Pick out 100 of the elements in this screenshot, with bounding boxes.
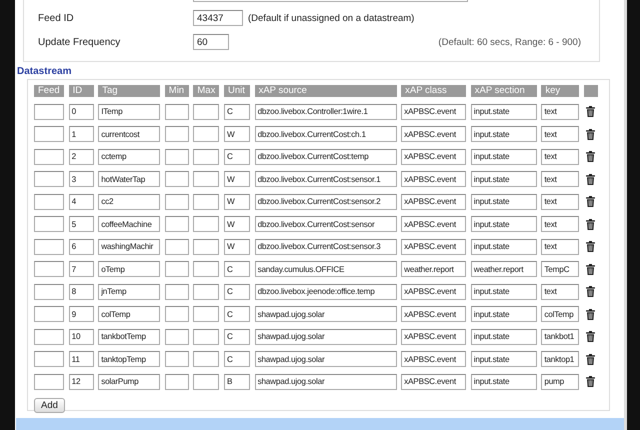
min-field[interactable]	[164, 216, 189, 232]
tag-field[interactable]: tanktopTemp	[98, 351, 160, 367]
source-field[interactable]: dbzoo.livebox.CurrentCost:sensor.3	[254, 238, 397, 254]
key-field[interactable]: text	[541, 194, 580, 210]
id-field[interactable]: 12	[68, 374, 94, 390]
class-field[interactable]: xAPBSC.event	[401, 194, 466, 210]
key-field[interactable]: text	[541, 126, 580, 142]
class-field[interactable]: xAPBSC.event	[401, 148, 466, 164]
unit-field[interactable]: B	[224, 374, 250, 390]
delete-icon[interactable]	[586, 128, 596, 140]
min-field[interactable]	[164, 306, 189, 322]
unit-field[interactable]: C	[224, 306, 250, 322]
section-field[interactable]: input.state	[470, 148, 537, 164]
class-field[interactable]: xAPBSC.event	[401, 374, 466, 390]
id-field[interactable]: 3	[68, 171, 94, 187]
delete-icon[interactable]	[586, 106, 596, 117]
min-field[interactable]	[164, 261, 189, 277]
min-field[interactable]	[164, 284, 189, 300]
max-field[interactable]	[193, 351, 220, 367]
id-field[interactable]: 4	[68, 194, 94, 210]
key-field[interactable]: tanktop1	[541, 351, 580, 367]
section-field[interactable]: input.state	[470, 171, 537, 187]
class-field[interactable]: xAPBSC.event	[401, 351, 466, 367]
min-field[interactable]	[164, 328, 189, 344]
delete-icon[interactable]	[586, 331, 596, 342]
unit-field[interactable]: C	[224, 328, 250, 344]
class-field[interactable]: xAPBSC.event	[401, 171, 466, 187]
id-field[interactable]: 9	[68, 306, 94, 322]
class-field[interactable]: xAPBSC.event	[401, 306, 466, 322]
unit-field[interactable]: C	[224, 104, 250, 120]
class-field[interactable]: xAPBSC.event	[401, 328, 466, 344]
feed-field[interactable]	[34, 104, 64, 120]
section-field[interactable]: input.state	[470, 374, 537, 390]
key-field[interactable]: text	[541, 171, 580, 187]
tag-field[interactable]: cctemp	[98, 148, 160, 164]
tag-field[interactable]: ITemp	[98, 104, 160, 120]
max-field[interactable]	[193, 261, 220, 277]
source-field[interactable]: shawpad.ujog.solar	[254, 306, 397, 322]
section-field[interactable]: input.state	[470, 351, 537, 367]
source-field[interactable]: sanday.cumulus.OFFICE	[254, 261, 397, 277]
feed-field[interactable]	[34, 306, 64, 322]
min-field[interactable]	[164, 104, 189, 120]
section-field[interactable]: input.state	[470, 306, 537, 322]
id-field[interactable]: 0	[68, 104, 94, 120]
class-field[interactable]: weather.report	[401, 261, 466, 277]
delete-icon[interactable]	[586, 241, 596, 252]
key-field[interactable]: TempC	[541, 261, 580, 277]
unit-field[interactable]: W	[224, 126, 250, 142]
tag-field[interactable]: tankbotTemp	[98, 328, 160, 344]
feed-field[interactable]	[34, 216, 64, 232]
source-field[interactable]: shawpad.ujog.solar	[254, 374, 397, 390]
min-field[interactable]	[164, 171, 189, 187]
tag-field[interactable]: jnTemp	[98, 284, 160, 300]
delete-icon[interactable]	[586, 308, 596, 320]
min-field[interactable]	[164, 351, 189, 367]
class-field[interactable]: xAPBSC.event	[401, 104, 466, 120]
class-field[interactable]: xAPBSC.event	[401, 126, 466, 142]
feed-field[interactable]	[34, 126, 64, 142]
id-field[interactable]: 5	[68, 216, 94, 232]
tag-field[interactable]: hotWaterTap	[98, 171, 160, 187]
unit-field[interactable]: W	[224, 171, 250, 187]
delete-icon[interactable]	[586, 174, 596, 184]
class-field[interactable]: xAPBSC.event	[401, 284, 466, 300]
tag-field[interactable]: colTemp	[98, 306, 160, 322]
source-field[interactable]: dbzoo.livebox.CurrentCost:temp	[254, 148, 397, 164]
section-field[interactable]: input.state	[470, 104, 537, 120]
feed-field[interactable]	[34, 328, 64, 344]
tag-field[interactable]: oTemp	[98, 261, 160, 277]
source-field[interactable]: shawpad.ujog.solar	[254, 351, 397, 367]
min-field[interactable]	[164, 194, 189, 210]
max-field[interactable]	[193, 104, 220, 120]
source-field[interactable]: shawpad.ujog.solar	[254, 328, 397, 344]
max-field[interactable]	[193, 328, 220, 344]
feed-field[interactable]	[34, 261, 64, 277]
unit-field[interactable]: C	[224, 284, 250, 300]
section-field[interactable]: input.state	[470, 328, 537, 344]
feed-field[interactable]	[34, 148, 64, 164]
key-field[interactable]: colTemp	[541, 306, 580, 322]
number-field[interactable]: 60	[193, 34, 229, 50]
tag-field[interactable]: currentcost	[98, 126, 160, 142]
min-field[interactable]	[164, 148, 189, 164]
tag-field[interactable]: cc2	[98, 194, 160, 210]
source-field[interactable]: dbzoo.livebox.CurrentCost:ch.1	[254, 126, 397, 142]
tag-field[interactable]: washingMachir	[98, 238, 160, 254]
source-field[interactable]: dbzoo.livebox.CurrentCost:sensor	[254, 216, 397, 232]
source-field[interactable]: dbzoo.livebox.Controller:1wire.1	[254, 104, 397, 120]
delete-icon[interactable]	[586, 196, 596, 207]
unit-field[interactable]: C	[224, 351, 250, 367]
section-field[interactable]: input.state	[470, 216, 537, 232]
tag-field[interactable]: solarPump	[98, 374, 160, 390]
max-field[interactable]	[193, 374, 220, 390]
source-field[interactable]: dbzoo.livebox.jeenode:office.temp	[254, 284, 397, 300]
tag-field[interactable]: coffeeMachine	[98, 216, 160, 232]
unit-field[interactable]: W	[224, 216, 250, 232]
class-field[interactable]: xAPBSC.event	[401, 238, 466, 254]
key-field[interactable]: pump	[541, 374, 580, 390]
max-field[interactable]	[193, 284, 220, 300]
delete-icon[interactable]	[586, 354, 596, 364]
max-field[interactable]	[193, 126, 220, 142]
delete-icon[interactable]	[586, 218, 596, 230]
